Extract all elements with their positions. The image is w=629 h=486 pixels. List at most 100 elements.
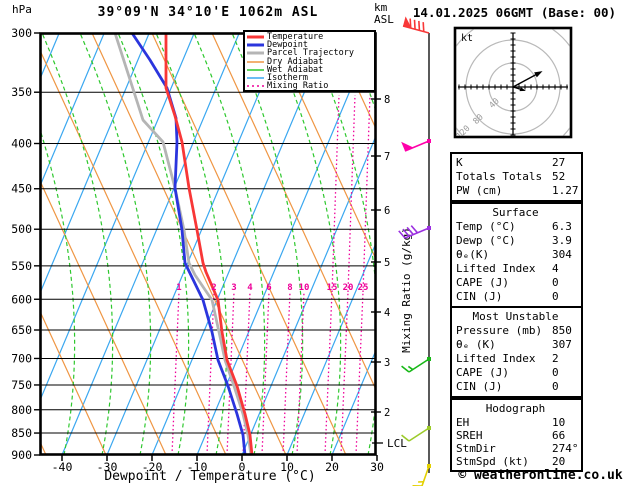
legend-line-sample xyxy=(247,58,264,66)
isotherm-line xyxy=(197,33,374,455)
indices-table: SurfaceTemp (°C)6.3Dewp (°C)3.9θₑ(K)304L… xyxy=(450,202,583,308)
table-header: Hodograph xyxy=(456,402,581,416)
pressure-tick-label: 450 xyxy=(11,182,32,196)
wind-barb-full xyxy=(402,366,409,372)
wind-barb xyxy=(402,426,431,441)
hodograph-ring-label: 120 xyxy=(455,124,473,142)
pressure-tick-label: 800 xyxy=(11,403,32,417)
km-tick-label: 5 xyxy=(384,257,390,269)
table-row: StmSpd (kt) 20 xyxy=(456,455,581,468)
legend-item-label: Mixing Ratio xyxy=(267,81,328,91)
pressure-tick-label: 650 xyxy=(11,323,32,337)
wind-barb-full xyxy=(410,19,411,28)
table-row: CIN (J)0 xyxy=(456,290,581,304)
mixing-ratio-line xyxy=(325,292,332,455)
mixing-ratio-line xyxy=(356,292,363,455)
table-row-value: 3.9 xyxy=(552,234,572,248)
table-row: PW (cm) 1.27 xyxy=(456,184,581,198)
table-row-label: Lifted Index xyxy=(456,352,535,365)
table-row: Temp (°C) 6.3 xyxy=(456,220,581,234)
legend-line-sample xyxy=(247,82,264,90)
pressure-tick-label: 600 xyxy=(11,292,32,306)
table-row-value: 52 xyxy=(552,170,565,184)
legend-line-sample xyxy=(247,33,264,41)
table-row: Dewp (°C) 3.9 xyxy=(456,234,581,248)
indices-table: K27Totals Totals52PW (cm)1.27 xyxy=(450,152,583,202)
table-row-value: 27 xyxy=(552,156,565,170)
hodograph-arrow-shaft xyxy=(513,73,539,87)
table-row-value: 1.27 xyxy=(552,184,579,198)
indices-table: Most UnstablePressure (mb)850θₑ (K)307Li… xyxy=(450,306,583,398)
temp-tick-label: -40 xyxy=(52,460,73,474)
wind-barb-full xyxy=(423,22,424,31)
table-row-label: Pressure (mb) xyxy=(456,324,542,337)
wind-barb-shaft xyxy=(409,359,429,372)
lcl-label: LCL xyxy=(387,437,407,450)
table-row-value: 307 xyxy=(552,338,572,352)
table-row-label: θₑ (K) xyxy=(456,338,496,351)
table-row-label: EH xyxy=(456,416,469,429)
table-row-label: StmSpd (kt) xyxy=(456,455,529,468)
pressure-tick-label: 700 xyxy=(11,351,32,365)
table-row-label: StmDir xyxy=(456,442,496,455)
km-tick-label: 8 xyxy=(384,94,390,106)
mixing-ratio-line xyxy=(283,292,290,455)
legend-line-sample xyxy=(247,49,264,57)
table-header: Surface xyxy=(456,206,581,220)
table-row-label: CAPE (J) xyxy=(456,366,509,379)
hodograph: 4080120kt xyxy=(450,24,583,142)
table-row-value: 0 xyxy=(552,366,559,380)
table-row-label: Dewp (°C) xyxy=(456,234,516,247)
wind-barb-shaft xyxy=(409,428,429,441)
table-row-label: CAPE (J) xyxy=(456,276,509,289)
hodograph-unit-label: kt xyxy=(461,33,473,44)
table-row: θₑ (K) 307 xyxy=(456,338,581,352)
table-row-value: 20 xyxy=(552,455,565,468)
mixing-ratio-axis-title: Mixing Ratio (g/kg) xyxy=(400,227,413,353)
table-row-label: CIN (J) xyxy=(456,290,502,303)
mixing-ratio-value-label: 1 xyxy=(176,283,181,293)
table-row: Lifted Index 2 xyxy=(456,352,581,366)
wind-barb-shaft xyxy=(403,26,429,33)
table-row-label: Temp (°C) xyxy=(456,220,516,233)
km-tick-label: 6 xyxy=(384,205,390,217)
table-row-value: 2 xyxy=(552,352,559,366)
wind-barb-flag xyxy=(401,142,413,151)
pressure-tick-label: 400 xyxy=(11,137,32,151)
wind-barb xyxy=(403,16,429,33)
wet-adiabat-line xyxy=(156,33,227,455)
table-row-label: θₑ(K) xyxy=(456,248,489,261)
table-row-value: 274° xyxy=(552,442,579,455)
mixing-ratio-value-label: 3 xyxy=(231,283,236,293)
temp-tick-label: 30 xyxy=(370,460,384,474)
mixing-ratio-value-label: 6 xyxy=(266,283,271,293)
pressure-tick-label: 900 xyxy=(11,448,32,462)
table-row-value: 6.3 xyxy=(552,220,572,234)
mixing-ratio-value-label: 20 xyxy=(343,283,354,293)
temp-tick-label: 20 xyxy=(325,460,339,474)
hodograph-ring-label: 40 xyxy=(487,96,501,110)
table-row: K27 xyxy=(456,156,581,170)
skewt-sounding-page: hPa 39°09'N 34°10'E 1062m ASL 14.01.2025… xyxy=(0,0,629,486)
mixing-ratio-value-label: 8 xyxy=(287,283,292,293)
wet-adiabat-line xyxy=(384,33,455,455)
table-row-label: PW (cm) xyxy=(456,184,502,197)
indices-table: HodographEH10SREH66StmDir274°StmSpd (kt)… xyxy=(450,398,583,472)
table-row: SREH66 xyxy=(456,429,581,442)
wind-barb-half xyxy=(408,366,412,369)
x-axis-title: Dewpoint / Temperature (°C) xyxy=(104,469,315,484)
legend-line-sample xyxy=(247,41,264,49)
wet-adiabat-line xyxy=(80,33,151,455)
km-tick-label: 4 xyxy=(384,307,390,319)
isotherm-line xyxy=(107,33,284,455)
km-tick-label: 3 xyxy=(384,357,390,369)
pressure-tick-label: 500 xyxy=(11,222,32,236)
mixing-ratio-line xyxy=(348,95,355,292)
table-row-label: Lifted Index xyxy=(456,262,535,275)
wind-barb xyxy=(402,357,431,372)
pressure-tick-label: 300 xyxy=(11,26,32,40)
table-row-value: 4 xyxy=(552,262,559,276)
wet-adiabat-line xyxy=(232,33,303,455)
mixing-ratio-line xyxy=(363,95,370,292)
chart-legend: TemperatureDewpointParcel TrajectoryDry … xyxy=(243,30,376,92)
